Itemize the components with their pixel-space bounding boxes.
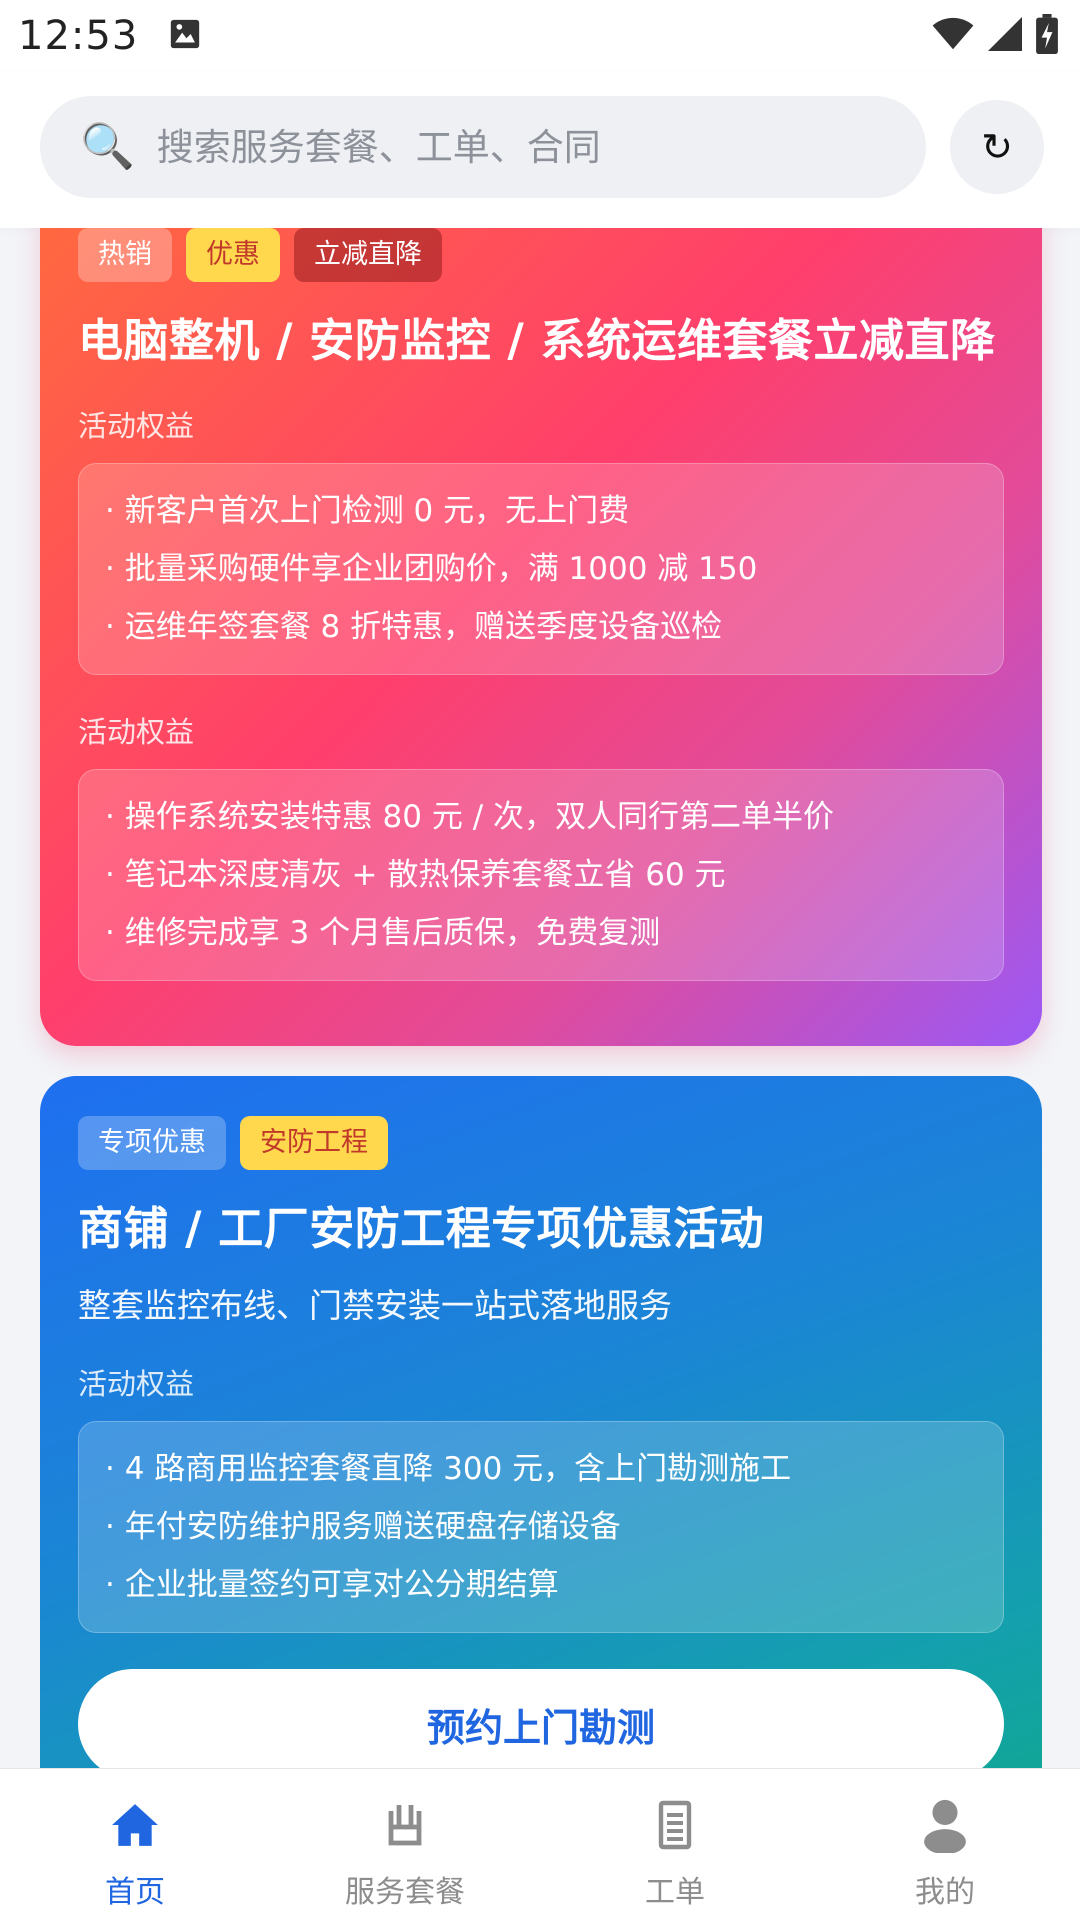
content-scroll[interactable]: 热销 优惠 立减直降 电脑整机 / 安防监控 / 系统运维套餐立减直降 活动权益… bbox=[0, 228, 1080, 1768]
benefit-item: · 维修完成享 3 个月售后质保，免费复测 bbox=[105, 915, 661, 951]
benefit-list: · 新客户首次上门检测 0 元，无上门费 · 批量采购硬件享企业团购价，满 10… bbox=[78, 463, 1004, 675]
card-subtitle: 整套监控布线、门禁安装一站式落地服务 bbox=[78, 1286, 672, 1325]
benefit-item: · 操作系统安装特惠 80 元 / 次，双人同行第二单半价 bbox=[105, 799, 835, 835]
card-title: 商铺 / 工厂安防工程专项优惠活动 bbox=[78, 1202, 765, 1255]
nav-item-home[interactable]: 首页 bbox=[0, 1769, 270, 1920]
section-label: 活动权益 bbox=[78, 715, 195, 749]
package-icon bbox=[385, 1797, 425, 1853]
refresh-button[interactable]: ↻ bbox=[950, 100, 1044, 194]
section-label: 活动权益 bbox=[78, 409, 195, 443]
search-input[interactable] bbox=[154, 124, 875, 170]
benefit-item: · 新客户首次上门检测 0 元，无上门费 bbox=[105, 493, 630, 529]
header: 🔍 ↻ bbox=[0, 72, 1080, 228]
cell-signal-icon bbox=[988, 17, 1022, 55]
benefit-item: · 年付安防维护服务赠送硬盘存储设备 bbox=[105, 1509, 621, 1545]
refresh-icon: ↻ bbox=[981, 125, 1013, 169]
tag-hot: 热销 bbox=[78, 228, 172, 282]
image-notification-icon bbox=[168, 17, 202, 55]
person-icon bbox=[922, 1797, 968, 1853]
benefit-item: · 批量采购硬件享企业团购价，满 1000 减 150 bbox=[105, 551, 758, 587]
section-label: 活动权益 bbox=[78, 1367, 195, 1401]
tag-security-project: 安防工程 bbox=[240, 1116, 388, 1170]
benefit-item: · 企业批量签约可享对公分期结算 bbox=[105, 1567, 559, 1603]
tag-special-offer: 专项优惠 bbox=[78, 1116, 226, 1170]
nav-label: 首页 bbox=[105, 1875, 165, 1910]
search-bar[interactable]: 🔍 bbox=[40, 96, 926, 198]
benefit-item: · 4 路商用监控套餐直降 300 元，含上门勘测施工 bbox=[105, 1451, 792, 1487]
tag-discount: 优惠 bbox=[186, 228, 280, 282]
benefit-list: · 操作系统安装特惠 80 元 / 次，双人同行第二单半价 · 笔记本深度清灰 … bbox=[78, 769, 1004, 981]
benefit-item: · 运维年签套餐 8 折特惠，赠送季度设备巡检 bbox=[105, 609, 723, 645]
nav-item-packages[interactable]: 服务套餐 bbox=[270, 1769, 540, 1920]
nav-label: 工单 bbox=[645, 1875, 705, 1910]
home-icon bbox=[110, 1797, 160, 1853]
tag-price-cut: 立减直降 bbox=[294, 228, 442, 282]
nav-item-work-orders[interactable]: 工单 bbox=[540, 1769, 810, 1920]
status-time: 12:53 bbox=[18, 13, 139, 59]
search-icon: 🔍 bbox=[80, 121, 135, 172]
wifi-icon bbox=[932, 17, 974, 55]
card-title: 电脑整机 / 安防监控 / 系统运维套餐立减直降 bbox=[78, 314, 996, 367]
tag-row: 专项优惠 安防工程 bbox=[78, 1116, 1004, 1170]
nav-label: 服务套餐 bbox=[345, 1875, 465, 1910]
promo-card-security[interactable]: 专项优惠 安防工程 商铺 / 工厂安防工程专项优惠活动 整套监控布线、门禁安装一… bbox=[40, 1076, 1042, 1768]
document-icon bbox=[657, 1797, 693, 1853]
status-bar: 12:53 bbox=[0, 0, 1080, 72]
nav-label: 我的 bbox=[915, 1875, 975, 1910]
book-survey-button[interactable]: 预约上门勘测 bbox=[78, 1669, 1004, 1768]
battery-charging-icon bbox=[1036, 14, 1058, 58]
bottom-nav: 首页 服务套餐 工单 我的 bbox=[0, 1768, 1080, 1920]
benefit-item: · 笔记本深度清灰 + 散热保养套餐立省 60 元 bbox=[105, 857, 726, 893]
promo-card-hardware[interactable]: 热销 优惠 立减直降 电脑整机 / 安防监控 / 系统运维套餐立减直降 活动权益… bbox=[40, 228, 1042, 1046]
nav-item-profile[interactable]: 我的 bbox=[810, 1769, 1080, 1920]
tag-row: 热销 优惠 立减直降 bbox=[78, 228, 1004, 282]
benefit-list: · 4 路商用监控套餐直降 300 元，含上门勘测施工 · 年付安防维护服务赠送… bbox=[78, 1421, 1004, 1633]
